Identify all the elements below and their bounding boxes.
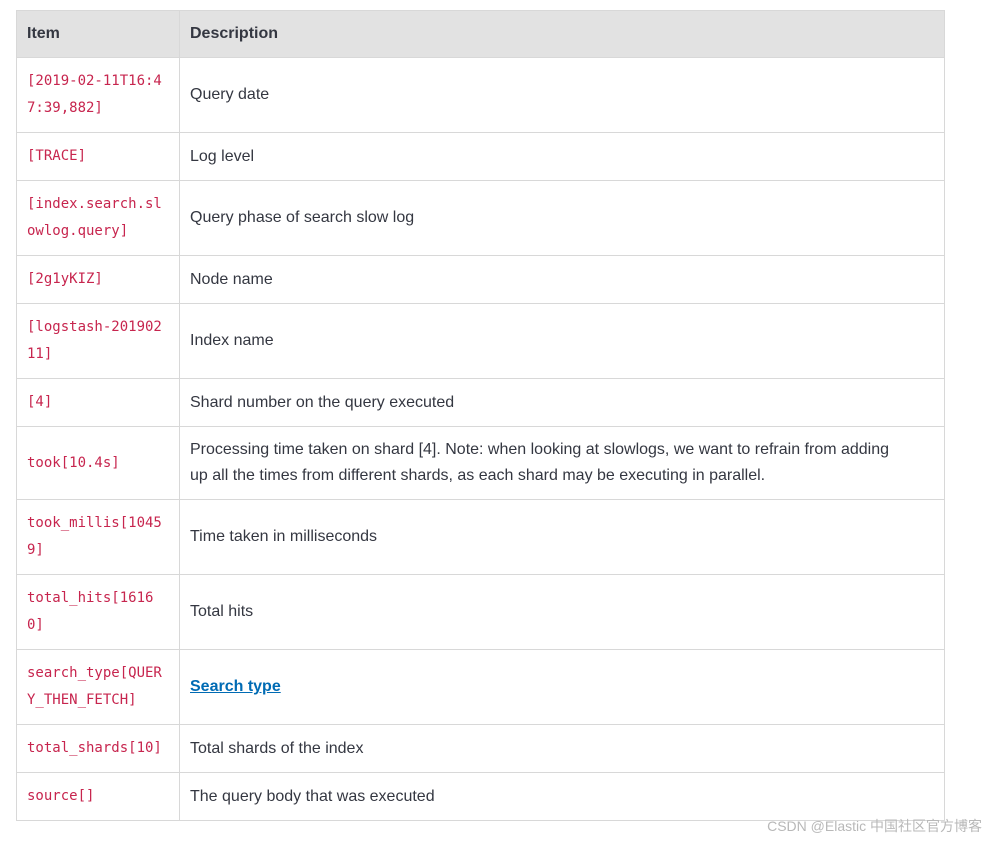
description-cell: Total hits	[179, 574, 945, 650]
item-cell: total_hits[16160]	[16, 574, 180, 650]
item-cell: [2019-02-11T16:47:39,882]	[16, 57, 180, 133]
item-cell: took[10.4s]	[16, 426, 180, 500]
column-header-description: Description	[179, 10, 945, 58]
table-row: [logstash-20190211] Index name	[16, 303, 945, 379]
item-cell: took_millis[10459]	[16, 499, 180, 575]
slowlog-fields-table-container: Item Description [2019-02-11T16:47:39,88…	[16, 10, 945, 821]
column-header-item: Item	[16, 10, 180, 58]
description-cell: Node name	[179, 255, 945, 304]
slowlog-fields-table: Item Description [2019-02-11T16:47:39,88…	[16, 10, 945, 821]
item-cell: [index.search.slowlog.query]	[16, 180, 180, 256]
table-row: [index.search.slowlog.query] Query phase…	[16, 180, 945, 256]
description-cell: The query body that was executed	[179, 772, 945, 821]
description-cell: Query date	[179, 57, 945, 133]
description-cell: Total shards of the index	[179, 724, 945, 773]
description-cell: Time taken in milliseconds	[179, 499, 945, 575]
table-header-row: Item Description	[16, 10, 945, 58]
table-row: [2019-02-11T16:47:39,882] Query date	[16, 57, 945, 133]
item-cell: search_type[QUERY_THEN_FETCH]	[16, 649, 180, 725]
item-cell: total_shards[10]	[16, 724, 180, 773]
table-row: search_type[QUERY_THEN_FETCH] Search typ…	[16, 649, 945, 725]
description-cell: Shard number on the query executed	[179, 378, 945, 427]
description-cell: Query phase of search slow log	[179, 180, 945, 256]
item-cell: [TRACE]	[16, 132, 180, 181]
table-row: [4] Shard number on the query executed	[16, 378, 945, 427]
description-cell: Index name	[179, 303, 945, 379]
description-cell: Log level	[179, 132, 945, 181]
table-row: total_shards[10] Total shards of the ind…	[16, 724, 945, 773]
source-watermark: CSDN @Elastic 中国社区官方博客	[767, 818, 982, 834]
item-cell: [logstash-20190211]	[16, 303, 180, 379]
item-cell: [2g1yKIZ]	[16, 255, 180, 304]
description-cell: Search type	[179, 649, 945, 725]
table-row: [2g1yKIZ] Node name	[16, 255, 945, 304]
description-cell: Processing time taken on shard [4]. Note…	[179, 426, 945, 500]
table-row: source[] The query body that was execute…	[16, 772, 945, 821]
table-row: total_hits[16160] Total hits	[16, 574, 945, 650]
table-row: took_millis[10459] Time taken in millise…	[16, 499, 945, 575]
table-row: [TRACE] Log level	[16, 132, 945, 181]
table-row: took[10.4s] Processing time taken on sha…	[16, 426, 945, 500]
search-type-link[interactable]: Search type	[190, 678, 281, 695]
item-cell: source[]	[16, 772, 180, 821]
item-cell: [4]	[16, 378, 180, 427]
